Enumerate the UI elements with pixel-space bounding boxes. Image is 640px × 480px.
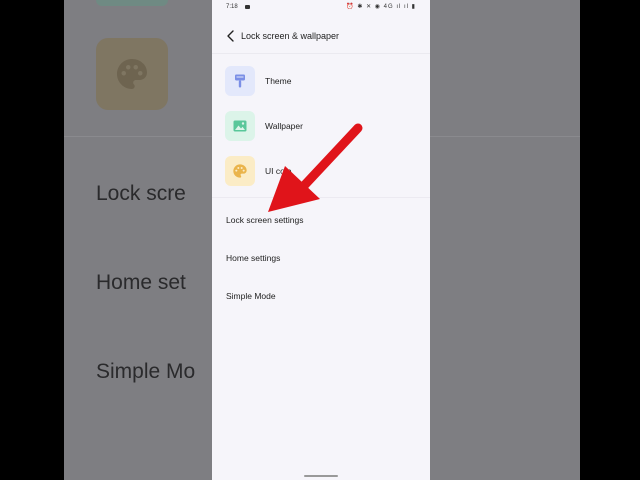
menu-item-ui-color[interactable]: UI colo bbox=[212, 151, 430, 191]
theme-tile bbox=[225, 66, 255, 96]
back-arrow-icon[interactable] bbox=[226, 30, 236, 42]
simple-mode-item[interactable]: Simple Mode bbox=[226, 291, 276, 301]
menu-item-label: UI colo bbox=[265, 166, 292, 176]
home-settings-item[interactable]: Home settings bbox=[226, 253, 280, 263]
header: Lock screen & wallpaper bbox=[212, 24, 430, 50]
lock-screen-settings-item[interactable]: Lock screen settings bbox=[226, 215, 303, 225]
menu-item-theme[interactable]: Theme bbox=[212, 61, 430, 101]
section-divider bbox=[212, 197, 430, 198]
ui-color-tile bbox=[225, 156, 255, 186]
status-time: 7:18 bbox=[226, 4, 238, 10]
page-title: Lock screen & wallpaper bbox=[241, 31, 340, 41]
home-indicator[interactable] bbox=[304, 475, 338, 477]
background-palette-tile bbox=[96, 38, 168, 110]
status-icons: ⏰ ✱ ✕ ◉ 4G ıl ıl ▮ bbox=[346, 4, 416, 10]
wallpaper-tile bbox=[225, 111, 255, 141]
status-bar: 7:18 ⏰ ✱ ✕ ◉ 4G ıl ıl ▮ bbox=[212, 0, 430, 16]
background-item-simple: Simple Mo bbox=[96, 360, 196, 383]
menu-item-label: Theme bbox=[265, 76, 292, 86]
menu-item-wallpaper[interactable]: Wallpaper bbox=[212, 106, 430, 146]
palette-icon bbox=[233, 164, 247, 178]
phone-screen: 7:18 ⏰ ✱ ✕ ◉ 4G ıl ıl ▮ Lock screen & wa… bbox=[212, 0, 430, 480]
image-icon bbox=[233, 120, 247, 132]
background-tile-top bbox=[96, 0, 168, 6]
video-record-icon bbox=[245, 5, 250, 9]
header-divider bbox=[212, 53, 430, 54]
palette-icon bbox=[117, 59, 147, 89]
background-item-home: Home set bbox=[96, 271, 186, 294]
background-item-lock: Lock scre bbox=[96, 182, 186, 205]
menu-item-label: Wallpaper bbox=[265, 121, 303, 131]
paint-roller-icon bbox=[235, 74, 245, 88]
